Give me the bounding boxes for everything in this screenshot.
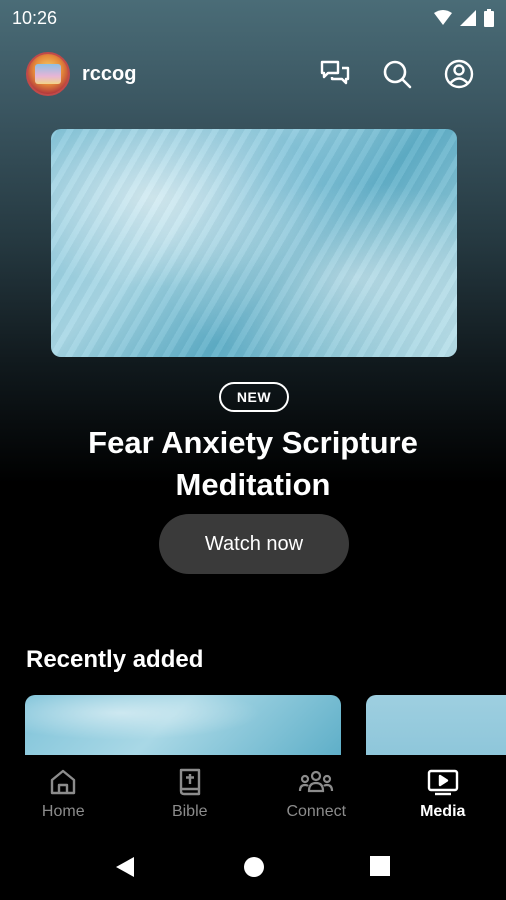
bottom-navigation: Home Bible Connect Media (0, 755, 506, 840)
recently-added-heading: Recently added (26, 646, 204, 673)
nav-label-connect: Connect (286, 803, 347, 820)
media-card[interactable] (25, 695, 341, 755)
recents-icon[interactable] (370, 856, 390, 876)
church-logo-avatar[interactable] (26, 52, 70, 96)
new-badge: NEW (219, 382, 289, 412)
media-icon (427, 769, 458, 796)
logo-image (35, 64, 61, 84)
app-header: rccog (0, 50, 506, 98)
home-button-icon[interactable] (243, 856, 265, 878)
featured-thumbnail[interactable] (51, 129, 457, 357)
watch-now-button[interactable]: Watch now (159, 514, 349, 574)
status-icons (434, 9, 494, 27)
nav-item-media[interactable]: Media (380, 755, 506, 840)
thumbnail-texture (51, 129, 457, 357)
status-bar: 10:26 (0, 0, 506, 36)
featured-title: Fear Anxiety Scripture Meditation (88, 425, 418, 502)
nav-label-home: Home (41, 803, 85, 820)
home-icon (51, 769, 76, 795)
wifi-icon (434, 10, 452, 25)
people-icon (299, 770, 334, 793)
back-icon[interactable] (114, 855, 136, 879)
nav-item-connect[interactable]: Connect (253, 755, 380, 840)
nav-item-home[interactable]: Home (0, 755, 127, 840)
bible-icon (179, 768, 200, 796)
nav-item-bible[interactable]: Bible (127, 755, 254, 840)
nav-label-bible: Bible (171, 803, 208, 820)
account-icon[interactable] (443, 58, 475, 90)
battery-icon (484, 9, 494, 27)
app-name: rccog (82, 63, 137, 85)
chat-icon[interactable] (319, 58, 351, 90)
search-icon[interactable] (381, 58, 413, 90)
nav-label-media: Media (420, 803, 466, 820)
signal-icon (460, 10, 476, 26)
system-navigation-bar (0, 840, 506, 900)
media-card[interactable] (366, 695, 506, 755)
status-time: 10:26 (12, 7, 58, 28)
